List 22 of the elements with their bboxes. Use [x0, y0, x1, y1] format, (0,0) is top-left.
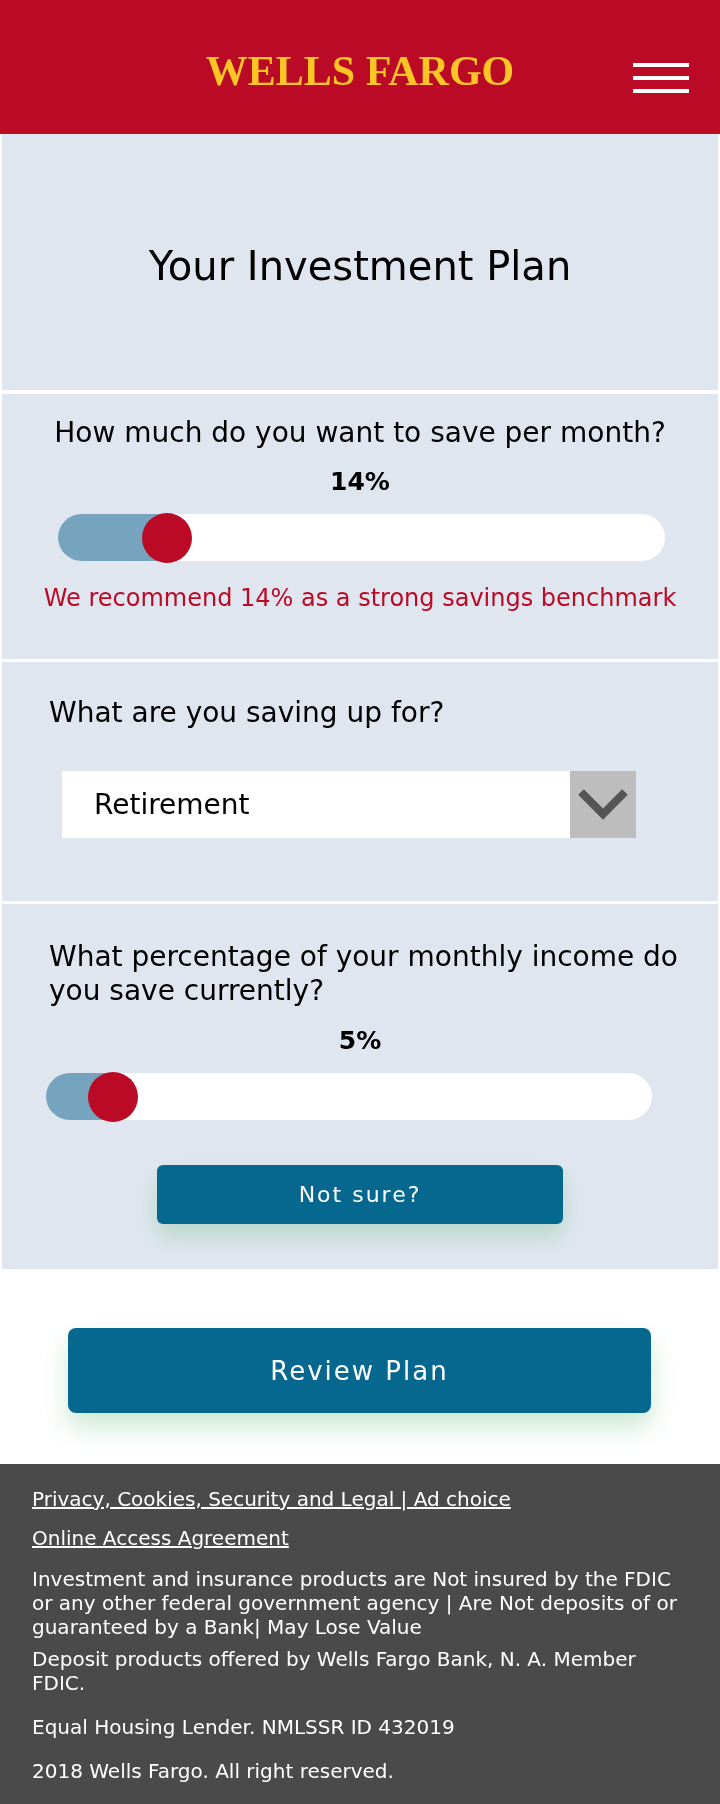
footer-text: Equal Housing Lender. NMLSSR ID 432019	[32, 1715, 456, 1739]
menu-icon[interactable]	[633, 63, 689, 93]
footer-text: Deposit products offered by Wells Fargo Bank, N. A. Member FDIC.	[32, 1647, 637, 1695]
page-title: Your Investment Plan	[148, 242, 572, 290]
footer-link[interactable]: Online Access Agreement	[32, 1526, 289, 1550]
not-sure-button[interactable]: Not sure?	[157, 1165, 563, 1224]
question-text: How much do you want to save per month?	[53, 416, 667, 450]
slider-thumb[interactable]	[142, 512, 193, 563]
slider-track[interactable]	[46, 1073, 652, 1120]
footer-link[interactable]: Privacy, Cookies, Security and Legal | Ad choice	[32, 1487, 511, 1511]
chevron-down-icon[interactable]	[570, 771, 636, 838]
slider-value: 14%	[330, 468, 390, 496]
brand-logo[interactable]: WELLS FARGO	[205, 47, 515, 95]
recommendation-text: We recommend 14% as a strong savings benchmark	[43, 584, 677, 612]
slider-track[interactable]	[58, 514, 665, 561]
footer-text: 2018 Wells Fargo. All right reserved.	[32, 1759, 395, 1783]
question-text: What percentage of your monthly income do you save currently?	[49, 940, 679, 1008]
footer-text: Investment and insurance products are Not insured by the FDIC or any other federal government agency | Are Not deposits of or guaranteed by a Bank| May Lose Value	[32, 1567, 678, 1639]
review-plan-button[interactable]: Review Plan	[68, 1328, 651, 1413]
dropdown[interactable]: Retirement	[62, 771, 636, 838]
slider-value: 5%	[338, 1027, 382, 1055]
question-text: What are you saving up for?	[49, 696, 446, 730]
